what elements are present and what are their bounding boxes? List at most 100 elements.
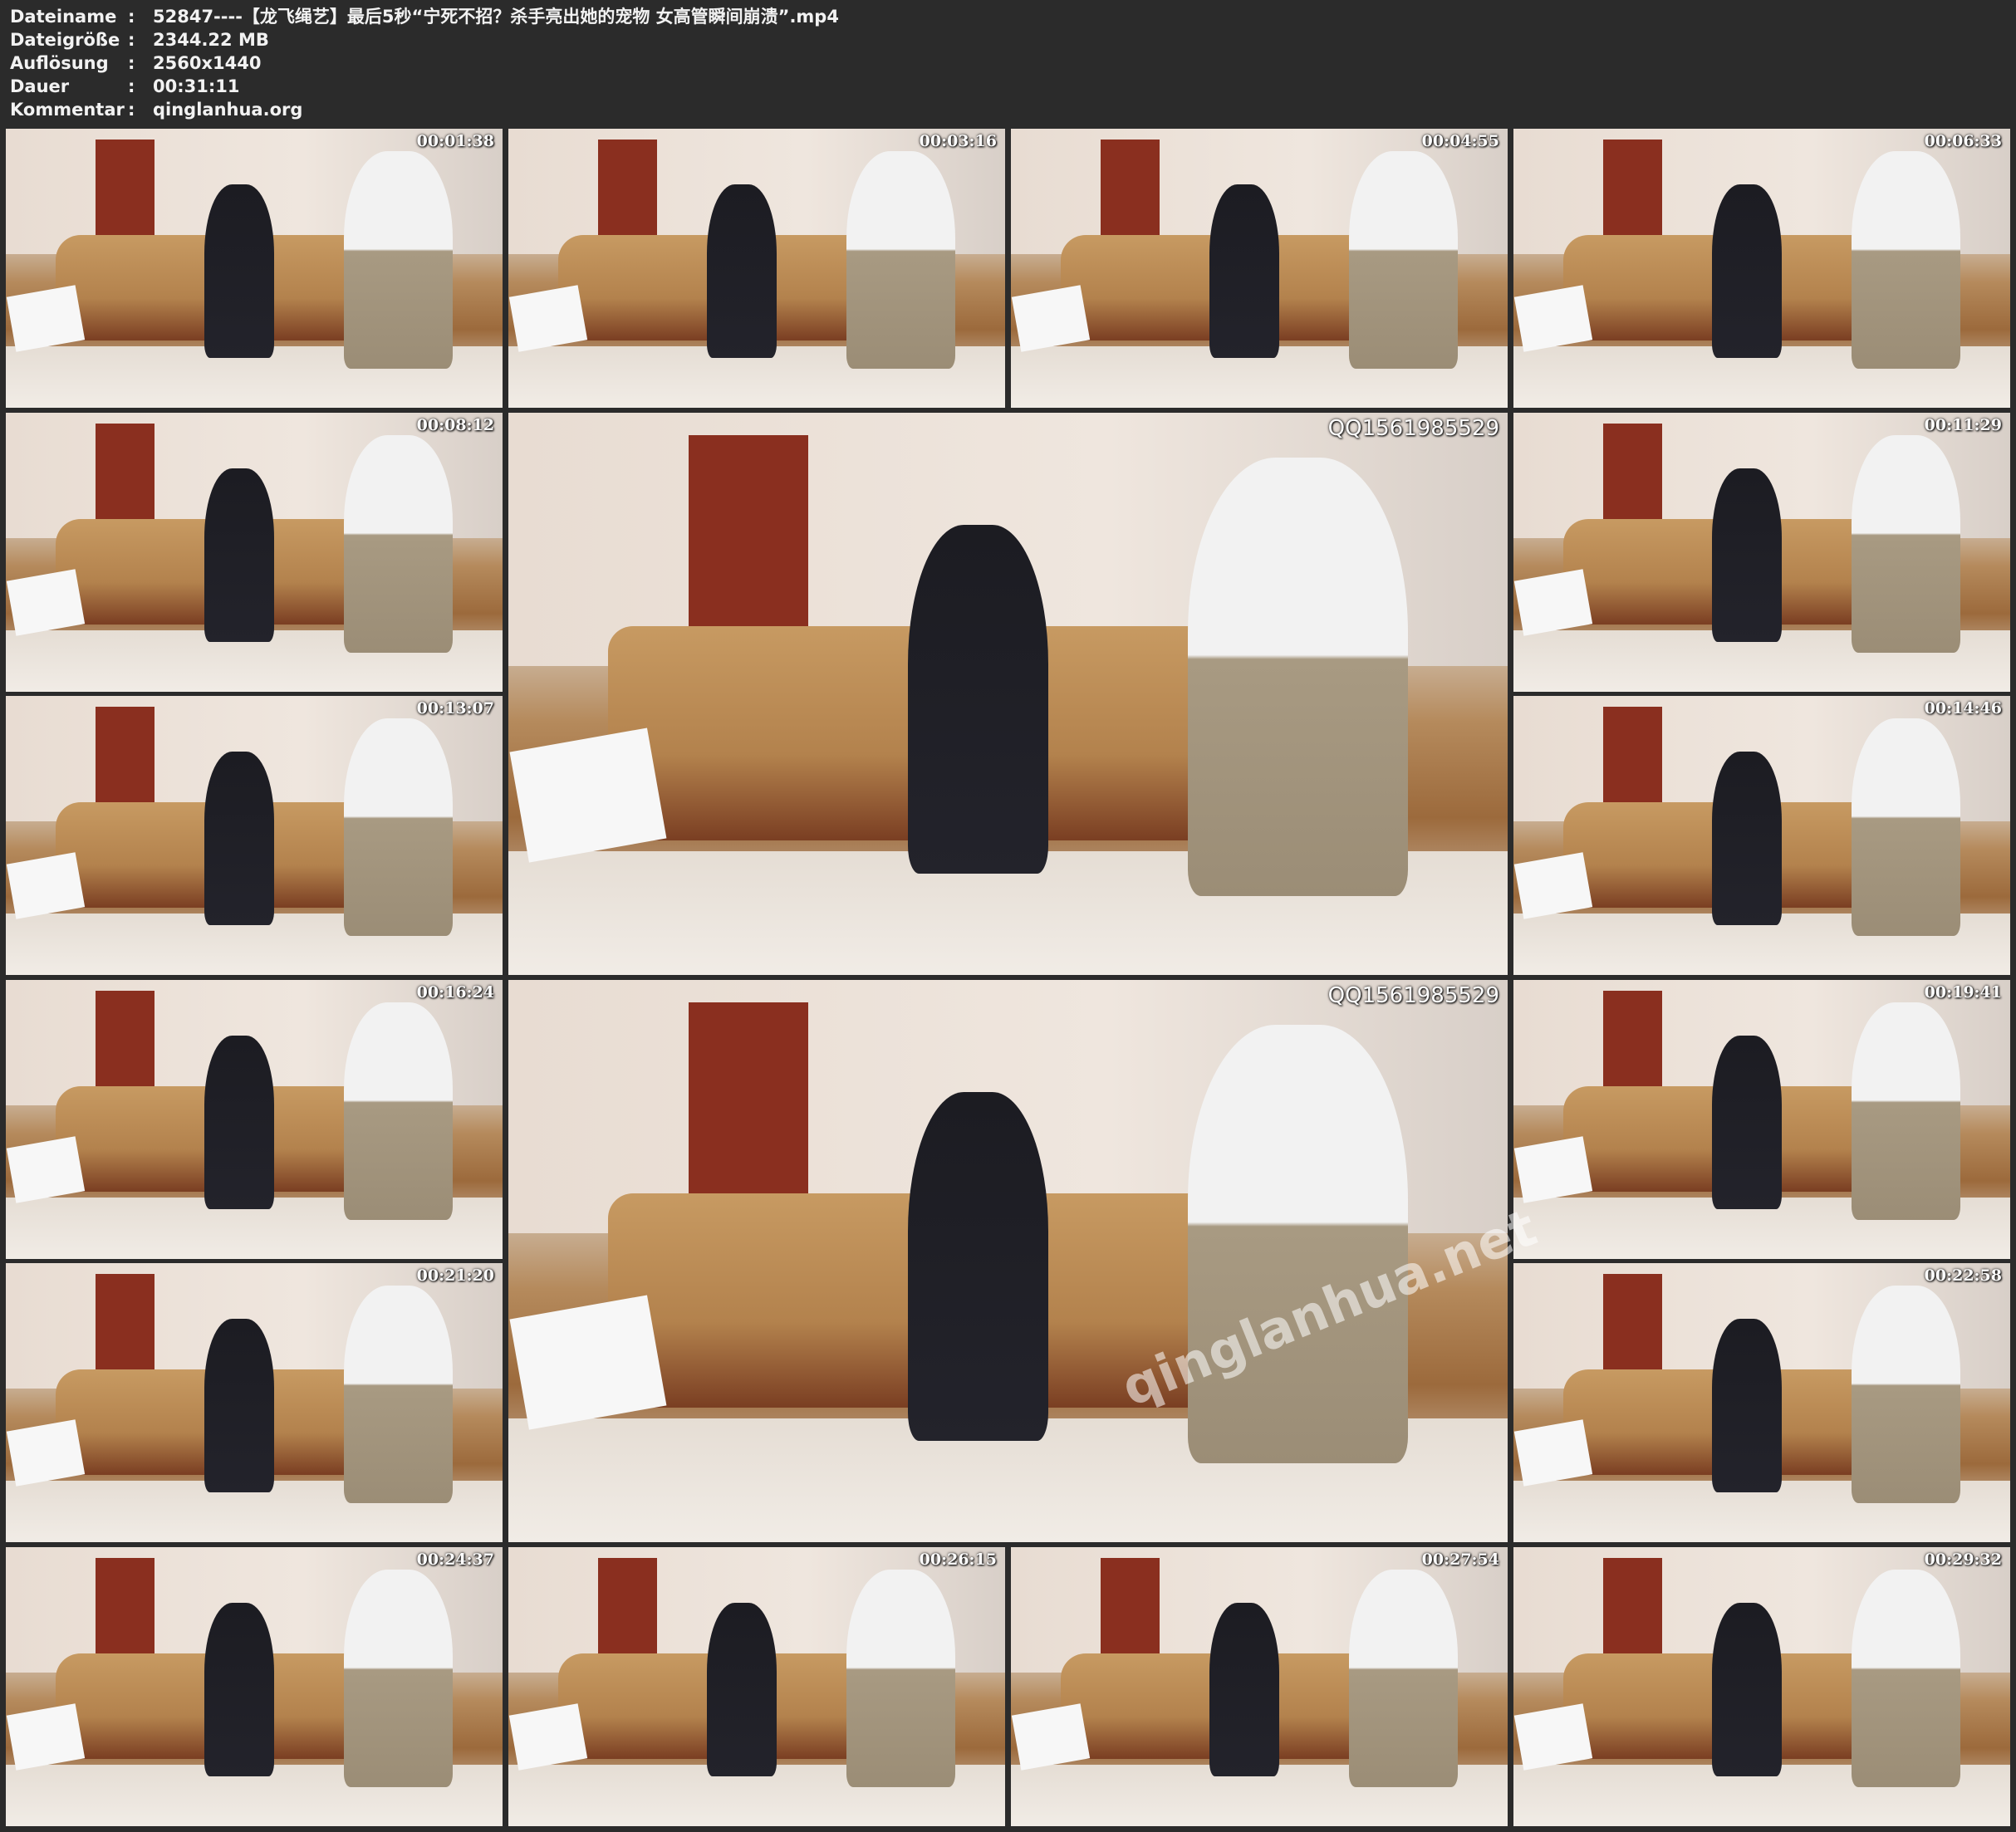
info-row-filesize: Dateigröße : 2344.22 MB: [10, 28, 839, 51]
scene-man: [1851, 1285, 1961, 1503]
scene-papers: [508, 1703, 587, 1771]
video-thumbnail: QQ1561985529: [508, 980, 1508, 1542]
scene-papers: [1011, 285, 1090, 352]
video-thumbnail: 00:29:32: [1513, 1547, 2010, 1826]
scene-papers: [6, 285, 85, 352]
timestamp-label: 00:06:33: [1924, 132, 2002, 150]
timestamp-label: 00:16:24: [416, 983, 494, 1002]
scene-door: [1602, 140, 1663, 235]
video-thumbnail: 00:11:29: [1513, 413, 2010, 692]
scene-man: [1851, 718, 1961, 936]
scene-door: [1602, 1558, 1663, 1653]
scene-man: [1348, 1569, 1459, 1787]
info-row-filename: Dateiname : 52847----【龙飞绳艺】最后5秒“宁死不招？杀手亮…: [10, 5, 839, 28]
scene-papers: [6, 1703, 85, 1771]
scene-door: [1100, 1558, 1160, 1653]
scene-man: [1188, 458, 1408, 897]
info-key: Dateiname: [10, 7, 117, 27]
scene-door: [95, 707, 155, 802]
timestamp-label: 00:13:07: [416, 699, 494, 718]
video-thumbnail: 00:04:55: [1011, 129, 1508, 408]
scene-man: [343, 150, 454, 369]
timestamp-label: 00:26:15: [919, 1550, 997, 1569]
timestamp-label: 00:21:20: [416, 1266, 494, 1285]
video-thumbnail: 00:16:24: [6, 980, 503, 1259]
scene-door: [95, 1274, 155, 1369]
info-row-duration: Dauer : 00:31:11: [10, 75, 839, 98]
scene-person: [1712, 752, 1782, 925]
scene-man: [343, 434, 454, 653]
scene-person: [204, 184, 274, 358]
file-info-panel: Dateiname : 52847----【龙飞绳艺】最后5秒“宁死不招？杀手亮…: [10, 5, 839, 121]
scene-man: [1851, 434, 1961, 653]
timestamp-label: 00:03:16: [919, 132, 997, 150]
info-row-comment: Kommentar : qinglanhua.org: [10, 98, 839, 121]
scene-person: [1712, 1036, 1782, 1209]
scene-door: [1602, 424, 1663, 519]
scene-papers: [1011, 1703, 1090, 1771]
video-thumbnail: 00:19:41: [1513, 980, 2010, 1259]
scene-papers: [1513, 1703, 1592, 1771]
scene-papers: [509, 1295, 667, 1430]
scene-door: [95, 991, 155, 1086]
scene-door: [95, 140, 155, 235]
timestamp-label: 00:24:37: [416, 1550, 494, 1569]
scene-papers: [1513, 569, 1592, 636]
scene-man: [343, 1285, 454, 1503]
scene-person: [1712, 184, 1782, 358]
video-thumbnail: 00:22:58: [1513, 1263, 2010, 1542]
timestamp-label: 00:04:55: [1421, 132, 1499, 150]
info-value: 52847----【龙飞绳艺】最后5秒“宁死不招？杀手亮出她的宠物 女高管瞬间崩…: [153, 7, 839, 27]
scene-door: [688, 435, 808, 627]
timestamp-label: 00:29:32: [1924, 1550, 2002, 1569]
scene-man: [846, 1569, 956, 1787]
video-thumbnail: QQ1561985529: [508, 413, 1508, 975]
scene-person: [908, 525, 1048, 874]
scene-papers: [1513, 1136, 1592, 1203]
scene-man: [343, 1569, 454, 1787]
info-value: 2344.22 MB: [153, 30, 269, 50]
scene-man: [1851, 150, 1961, 369]
scene-door: [1602, 1274, 1663, 1369]
scene-person: [1209, 184, 1279, 358]
info-separator: :: [128, 100, 135, 120]
scene-person: [204, 1603, 274, 1776]
info-value: qinglanhua.org: [153, 100, 303, 120]
info-row-resolution: Auflösung : 2560x1440: [10, 51, 839, 75]
scene-person: [1712, 468, 1782, 642]
scene-person: [1712, 1319, 1782, 1492]
video-thumbnail: 00:21:20: [6, 1263, 503, 1542]
scene-man: [1188, 1025, 1408, 1464]
scene-door: [95, 1558, 155, 1653]
scene-man: [343, 1002, 454, 1220]
timestamp-label: 00:08:12: [416, 416, 494, 434]
scene-door: [95, 424, 155, 519]
scene-papers: [6, 852, 85, 919]
timestamp-label: QQ1561985529: [1327, 416, 1499, 441]
scene-person: [1712, 1603, 1782, 1776]
info-separator: :: [128, 30, 135, 50]
scene-person: [707, 1603, 777, 1776]
video-thumbnail: 00:26:15: [508, 1547, 1005, 1826]
scene-papers: [1513, 1419, 1592, 1487]
scene-person: [204, 468, 274, 642]
video-thumbnail: 00:27:54: [1011, 1547, 1508, 1826]
scene-man: [1348, 150, 1459, 369]
scene-person: [1209, 1603, 1279, 1776]
timestamp-label: QQ1561985529: [1327, 983, 1499, 1008]
info-key: Dauer: [10, 76, 70, 96]
scene-papers: [1513, 285, 1592, 352]
scene-door: [1100, 140, 1160, 235]
video-thumbnail: 00:14:46: [1513, 696, 2010, 975]
scene-person: [707, 184, 777, 358]
scene-door: [1602, 707, 1663, 802]
video-thumbnail: 00:03:16: [508, 129, 1005, 408]
info-separator: :: [128, 7, 135, 27]
timestamp-label: 00:11:29: [1924, 416, 2002, 434]
timestamp-label: 00:14:46: [1924, 699, 2002, 718]
scene-papers: [6, 1419, 85, 1487]
video-thumbnail: 00:08:12: [6, 413, 503, 692]
scene-person: [204, 752, 274, 925]
info-key: Dateigröße: [10, 30, 120, 50]
scene-papers: [509, 727, 667, 863]
